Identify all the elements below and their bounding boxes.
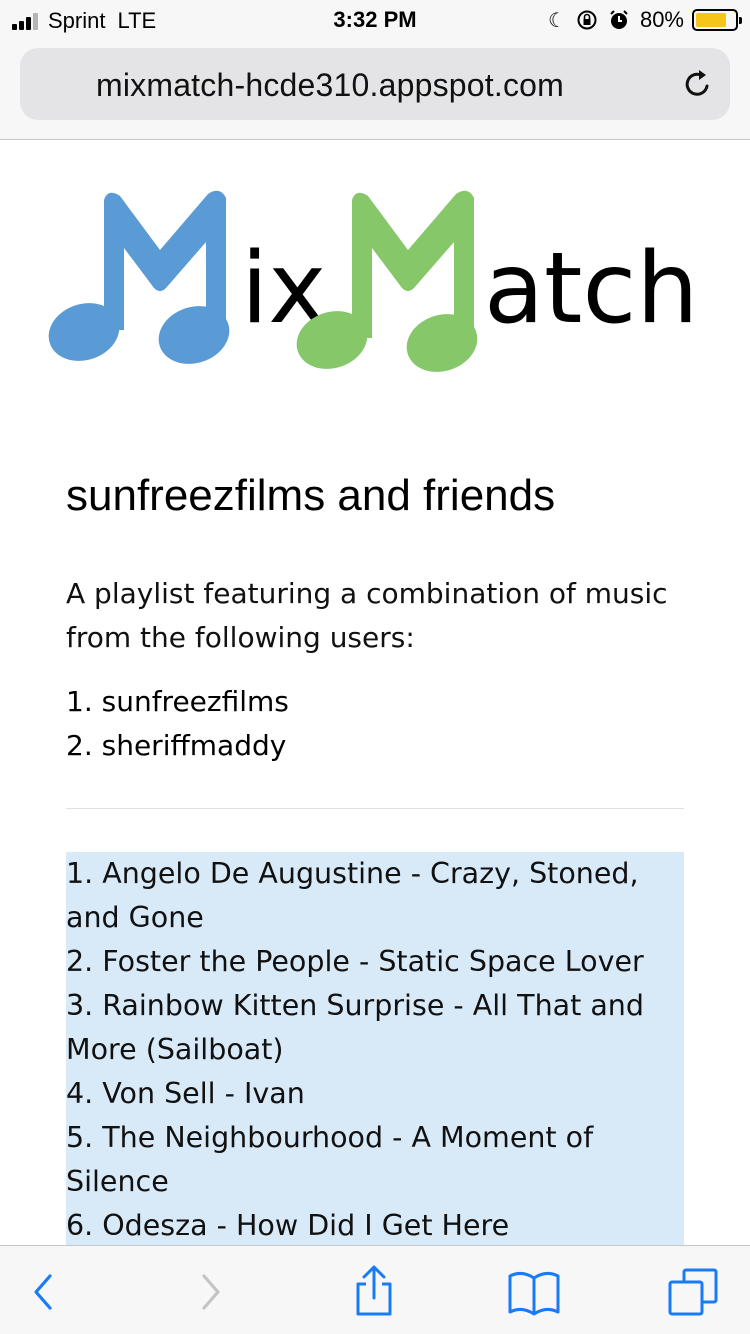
forward-icon[interactable] <box>182 1264 238 1320</box>
rotation-lock-icon <box>577 10 597 30</box>
back-icon[interactable] <box>16 1264 72 1320</box>
mixmatch-logo: ix atch <box>48 190 698 372</box>
track-item: 1. Angelo De Augustine - Crazy, Stoned, … <box>66 857 639 934</box>
address-bar[interactable]: mixmatch-hcde310.appspot.com <box>20 48 730 120</box>
page-content: sunfreezfilms and friends A playlist fea… <box>66 470 684 768</box>
track-item: 4. Von Sell - Ivan <box>66 1077 305 1110</box>
tabs-icon[interactable] <box>666 1264 722 1320</box>
logo-text-atch: atch <box>484 232 698 346</box>
share-icon[interactable] <box>346 1264 402 1320</box>
track-item: 5. The Neighbourhood - A Moment of Silen… <box>66 1121 594 1198</box>
status-bar: Sprint LTE 3:32 PM ☾ 80% <box>0 0 750 40</box>
divider <box>66 808 684 809</box>
user-list-item: 1. sunfreezfilms <box>66 685 289 718</box>
alarm-icon <box>610 10 628 29</box>
playlist-description: A playlist featuring a combination of mu… <box>66 577 668 654</box>
battery-icon <box>692 9 742 31</box>
user-list: 1. sunfreezfilms 2. sheriffmaddy <box>66 680 684 768</box>
moon-icon: ☾ <box>548 9 566 32</box>
page-title: sunfreezfilms and friends <box>66 471 556 520</box>
url-text[interactable]: mixmatch-hcde310.appspot.com <box>20 67 640 104</box>
browser-toolbar <box>0 1245 750 1334</box>
blue-music-note-m <box>48 190 230 364</box>
track-list: 1. Angelo De Augustine - Crazy, Stoned, … <box>66 852 684 1248</box>
battery-percent: 80% <box>639 7 684 32</box>
track-item: 6. Odesza - How Did I Get Here <box>66 1209 510 1242</box>
reload-icon[interactable] <box>680 66 716 102</box>
track-item: 2. Foster the People - Static Space Love… <box>66 945 644 978</box>
playlist-box: 1. Angelo De Augustine - Crazy, Stoned, … <box>66 852 684 1252</box>
status-right: ☾ 80% <box>548 7 742 33</box>
bookmarks-icon[interactable] <box>506 1264 562 1320</box>
browser-address-area: mixmatch-hcde310.appspot.com <box>0 40 750 140</box>
user-list-item: 2. sheriffmaddy <box>66 729 287 762</box>
track-item: 3. Rainbow Kitten Surprise - All That an… <box>66 989 644 1066</box>
battery-fill <box>696 13 726 27</box>
